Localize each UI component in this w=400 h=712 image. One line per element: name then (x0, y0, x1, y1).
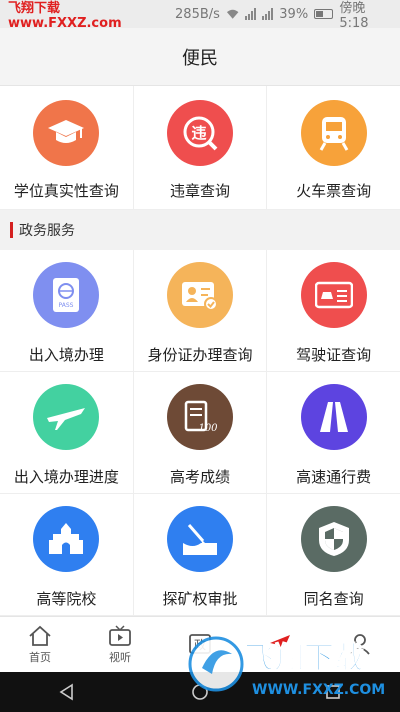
service-id-card[interactable]: 身份证办理查询 (134, 250, 268, 371)
service-label: 高速通行费 (296, 468, 372, 486)
exam-score-icon: 100 (184, 400, 218, 434)
top-services-row: 学位真实性查询 违 违章查询 火车票查询 (0, 86, 400, 210)
service-label: 出入境办理 (28, 346, 104, 364)
shovel-icon (183, 524, 217, 555)
service-label: 学位真实性查询 (13, 182, 119, 200)
tv-icon (109, 624, 131, 646)
back-icon[interactable] (58, 683, 76, 701)
status-bar: 飞翔下载 www.FXXZ.com 285B/s 39% 傍晚5:18 (0, 0, 400, 31)
signal-icon (245, 8, 257, 20)
train-icon (319, 117, 348, 151)
graduation-cap-icon (48, 120, 85, 143)
gov-services-row-2: 出入境办理进度 100 高考成绩 高速通行费 (0, 372, 400, 494)
service-train-ticket[interactable]: 火车票查询 (267, 86, 400, 209)
passport-icon: PASS (53, 278, 80, 312)
watermark-text-en: WWW.FXXZ.COM (252, 682, 385, 698)
tab-home[interactable]: 首页 (0, 617, 80, 672)
highway-icon (319, 402, 348, 432)
gov-services-row-3: 高等院校 探矿权审批 同名查询 (0, 494, 400, 616)
service-exit-entry[interactable]: PASS 出入境办理 (0, 250, 134, 371)
service-label: 高考成绩 (170, 468, 231, 486)
service-violation[interactable]: 违 违章查询 (134, 86, 268, 209)
svg-text:违: 违 (191, 124, 206, 142)
section-accent-bar (10, 222, 13, 238)
signal-icon-2 (262, 8, 274, 20)
battery-icon (314, 9, 334, 19)
svg-text:100: 100 (198, 423, 218, 434)
service-label: 探矿权审批 (162, 590, 238, 608)
service-label: 出入境办理进度 (13, 468, 119, 486)
driver-license-icon (314, 281, 353, 309)
university-icon (49, 523, 84, 554)
service-gaokao-score[interactable]: 100 高考成绩 (134, 372, 268, 493)
service-same-name[interactable]: 同名查询 (267, 494, 400, 615)
service-university[interactable]: 高等院校 (0, 494, 134, 615)
title-bar: 便民 (0, 28, 400, 86)
battery-percent: 39% (279, 6, 309, 22)
section-title: 政务服务 (19, 223, 75, 239)
airplane-icon (47, 408, 86, 430)
violation-search-icon: 违 (183, 116, 218, 151)
service-label: 高等院校 (36, 590, 97, 608)
svg-text:PASS: PASS (59, 302, 74, 309)
service-label: 同名查询 (303, 590, 364, 608)
id-card-icon (182, 282, 218, 311)
service-degree-verify[interactable]: 学位真实性查询 (0, 86, 134, 209)
service-exit-entry-progress[interactable]: 出入境办理进度 (0, 372, 134, 493)
service-driver-license[interactable]: 驾驶证查询 (267, 250, 400, 371)
home-icon (29, 625, 51, 646)
watermark-text-cn: 飞翔下载 (244, 641, 364, 676)
shield-icon (318, 522, 349, 556)
service-label: 违章查询 (170, 182, 231, 200)
section-header: 政务服务 (0, 210, 400, 250)
tab-label: 视听 (109, 650, 131, 664)
watermark-text: 飞翔下载 www.FXXZ.com (8, 1, 122, 31)
service-label: 驾驶证查询 (296, 346, 372, 364)
network-speed: 285B/s (175, 6, 220, 22)
service-highway-toll[interactable]: 高速通行费 (267, 372, 400, 493)
clock: 傍晚5:18 (339, 1, 369, 31)
service-label: 火车票查询 (296, 182, 372, 200)
watermark-logo: 飞翔下载 WWW.FXXZ.COM (188, 636, 385, 698)
service-label: 身份证办理查询 (147, 346, 253, 364)
tab-label: 首页 (29, 650, 51, 664)
service-mining-approval[interactable]: 探矿权审批 (134, 494, 268, 615)
wifi-icon (226, 9, 239, 19)
gov-services-row-1: PASS 出入境办理 身份证办理查询 驾驶证查询 (0, 250, 400, 372)
tab-av[interactable]: 视听 (80, 617, 160, 672)
page-title: 便民 (182, 47, 218, 69)
